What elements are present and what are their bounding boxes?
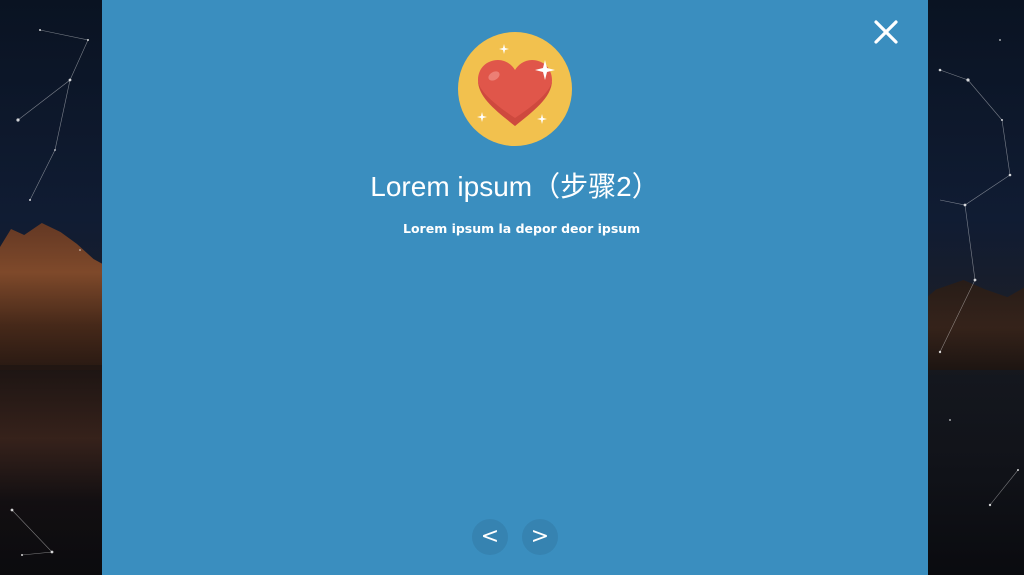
close-icon — [874, 20, 898, 44]
close-button[interactable] — [872, 18, 900, 46]
onboarding-modal: Lorem ipsum（步骤2） Lorem ipsum la depor de… — [102, 0, 928, 575]
chevron-right-icon: > — [530, 524, 550, 549]
previous-button[interactable]: < — [472, 519, 508, 555]
step-title: Lorem ipsum（步骤2） — [370, 171, 660, 202]
heart-sparkle-icon — [477, 44, 555, 126]
step-description: Lorem ipsum la depor deor ipsum — [403, 221, 641, 236]
heart-badge — [458, 32, 572, 146]
next-button[interactable]: > — [522, 519, 558, 555]
chevron-left-icon: < — [480, 524, 500, 549]
